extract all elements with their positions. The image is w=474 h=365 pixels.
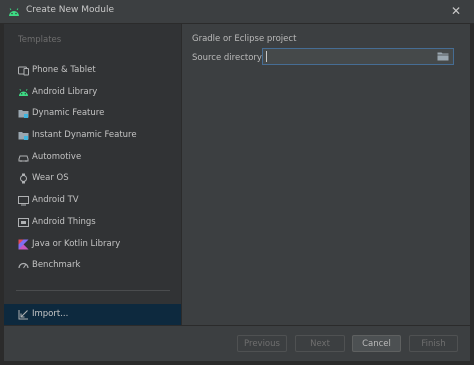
kotlin-icon: [18, 239, 29, 249]
sidebar-item-android-library[interactable]: Android Library: [4, 82, 181, 104]
gauge-icon: [18, 263, 29, 269]
sidebar-header: Templates: [18, 35, 62, 45]
templates-sidebar: Templates Phone & Tablet Android Library: [4, 24, 181, 325]
close-button[interactable]: ✕: [448, 3, 464, 19]
sidebar-item-label: Wear OS: [32, 173, 69, 184]
window-edge: [0, 361, 474, 365]
sidebar-item-import[interactable]: Import...: [4, 304, 181, 325]
tv-icon: [18, 196, 29, 206]
finish-button[interactable]: Finish: [409, 335, 458, 352]
text-caret: [266, 51, 267, 62]
sidebar-item-label: Instant Dynamic Feature: [32, 130, 137, 141]
car-icon: [18, 155, 29, 162]
folder-icon[interactable]: [437, 51, 449, 62]
window-edge: [470, 24, 474, 365]
folder-module-icon: [18, 110, 29, 119]
sidebar-item-android-things[interactable]: Android Things: [4, 212, 181, 234]
section-title: Gradle or Eclipse project: [192, 34, 297, 44]
next-button[interactable]: Next: [295, 335, 345, 352]
sidebar-item-automotive[interactable]: Automotive: [4, 147, 181, 169]
sidebar-item-wear-os[interactable]: Wear OS: [4, 168, 181, 190]
android-icon: [19, 88, 28, 96]
window-title: Create New Module: [26, 5, 114, 15]
title-bar: Create New Module ✕: [0, 0, 474, 24]
sidebar-item-label: Benchmark: [32, 260, 81, 271]
previous-button[interactable]: Previous: [237, 335, 287, 352]
sidebar-item-label: Automotive: [32, 151, 82, 162]
sidebar-item-java-kotlin-library[interactable]: Java or Kotlin Library: [4, 234, 181, 256]
sidebar-item-label: Phone & Tablet: [32, 65, 96, 75]
source-directory-label: Source directory:: [192, 53, 265, 63]
watch-icon: [20, 173, 27, 184]
sidebar-item-benchmark[interactable]: Benchmark: [4, 255, 181, 277]
sidebar-item-android-tv[interactable]: Android TV: [4, 190, 181, 212]
sidebar-item-label: Android Library: [32, 86, 98, 97]
folder-module-icon: [18, 132, 29, 141]
source-directory-input[interactable]: [262, 48, 454, 65]
sidebar-item-label: Android TV: [32, 195, 79, 206]
sidebar-item-label: Dynamic Feature: [32, 108, 105, 119]
sidebar-item-label: Import...: [32, 309, 69, 319]
import-panel: Gradle or Eclipse project Source directo…: [182, 24, 470, 325]
sidebar-item-label: Android Things: [32, 216, 96, 227]
sidebar-item-instant-dynamic-feature[interactable]: Instant Dynamic Feature: [4, 125, 181, 147]
sidebar-item-dynamic-feature[interactable]: Dynamic Feature: [4, 103, 181, 125]
sidebar-item-phone-tablet[interactable]: Phone & Tablet: [4, 60, 181, 82]
import-icon: [18, 310, 28, 320]
template-list: Phone & Tablet Android Library Dynamic F…: [4, 60, 181, 277]
things-icon: [18, 217, 29, 227]
sidebar-item-label: Java or Kotlin Library: [32, 238, 121, 249]
android-icon: [9, 8, 19, 16]
cancel-button[interactable]: Cancel: [352, 335, 401, 352]
phone-tablet-icon: [18, 66, 29, 76]
sidebar-divider: [16, 290, 170, 291]
dialog-footer: Previous Next Cancel Finish: [4, 325, 470, 361]
